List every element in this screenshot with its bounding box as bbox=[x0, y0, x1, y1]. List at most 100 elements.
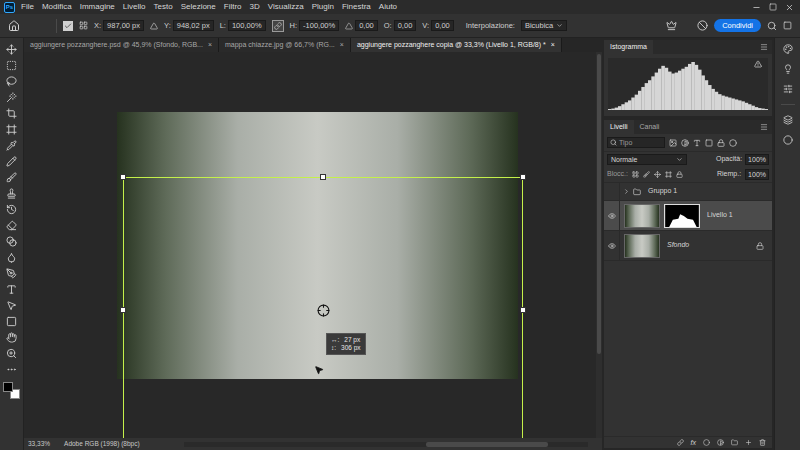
eyedropper-icon[interactable] bbox=[6, 140, 17, 151]
frame-icon[interactable] bbox=[6, 124, 17, 135]
menu-item[interactable]: Modifica bbox=[42, 3, 72, 11]
layer-row[interactable]: Gruppo 1 bbox=[604, 183, 772, 201]
maximize-icon[interactable] bbox=[769, 3, 777, 11]
lock-all-icon[interactable] bbox=[676, 171, 683, 178]
workspace-icon[interactable] bbox=[783, 21, 792, 30]
close-icon[interactable] bbox=[785, 3, 794, 12]
menu-item[interactable]: Plugin bbox=[312, 3, 334, 11]
filter-smart-icon[interactable] bbox=[717, 139, 725, 147]
filter-type-icon[interactable] bbox=[693, 139, 701, 147]
menu-item[interactable]: Immagine bbox=[80, 3, 115, 11]
hand-icon[interactable] bbox=[6, 332, 17, 343]
channels-panel-icon[interactable] bbox=[783, 135, 793, 145]
field-input[interactable]: 0,00 bbox=[394, 20, 417, 32]
menu-item[interactable]: Livello bbox=[123, 3, 146, 11]
panel-menu-icon[interactable] bbox=[760, 123, 768, 131]
zoom-level[interactable]: 33,33% bbox=[28, 439, 50, 449]
cancel-icon[interactable] bbox=[697, 20, 708, 31]
document-tab[interactable]: aggiungere pozzanghere copia @ 33,3% (Li… bbox=[351, 38, 562, 52]
blur-icon[interactable] bbox=[6, 252, 17, 263]
lock-transparency-icon[interactable] bbox=[632, 171, 639, 178]
panel-menu-icon[interactable] bbox=[760, 43, 768, 51]
crop-icon[interactable] bbox=[6, 108, 17, 119]
zoom-icon[interactable] bbox=[6, 348, 17, 359]
visibility-toggle[interactable] bbox=[604, 183, 620, 200]
tab-close[interactable]: × bbox=[551, 40, 555, 51]
interpolation-dropdown[interactable]: Bicubica bbox=[521, 20, 567, 32]
fill-field[interactable]: 100% bbox=[745, 169, 769, 180]
field-input[interactable]: 948,02 px bbox=[173, 20, 214, 32]
menu-item[interactable]: Filtro bbox=[224, 3, 242, 11]
transform-handle[interactable] bbox=[520, 307, 526, 313]
foreground-color-swatch[interactable] bbox=[3, 382, 13, 392]
menu-item[interactable]: File bbox=[21, 3, 34, 11]
layer-search[interactable]: Tipo bbox=[607, 137, 665, 148]
more-tools-icon[interactable] bbox=[6, 364, 17, 375]
scroll-thumb[interactable] bbox=[426, 442, 547, 447]
transform-handle[interactable] bbox=[120, 307, 126, 313]
menu-item[interactable]: Selezione bbox=[181, 3, 216, 11]
menu-item[interactable]: Testo bbox=[154, 3, 173, 11]
app-logo[interactable]: Ps bbox=[4, 2, 15, 13]
marquee-icon[interactable] bbox=[6, 60, 17, 71]
layer-mask-thumbnail[interactable] bbox=[664, 204, 700, 228]
learn-panel-icon[interactable] bbox=[783, 64, 793, 74]
link-layers-icon[interactable] bbox=[677, 439, 684, 446]
panel-tab[interactable]: Livelli bbox=[604, 120, 634, 134]
pen-icon[interactable] bbox=[6, 268, 17, 279]
reference-point-icon[interactable] bbox=[317, 304, 330, 317]
fx-button[interactable]: fx bbox=[691, 439, 696, 446]
filter-adjustment-icon[interactable] bbox=[681, 139, 689, 147]
new-group-icon[interactable] bbox=[731, 439, 738, 446]
home-icon[interactable] bbox=[8, 20, 20, 32]
filter-shape-icon[interactable] bbox=[705, 139, 713, 147]
share-button[interactable]: Condividi bbox=[714, 19, 761, 33]
search-icon[interactable] bbox=[767, 21, 777, 31]
layers-panel-icon[interactable] bbox=[783, 115, 793, 125]
new-layer-icon[interactable] bbox=[745, 439, 752, 446]
magic-wand-icon[interactable] bbox=[6, 92, 17, 103]
minimize-icon[interactable] bbox=[752, 3, 761, 12]
blend-mode-dropdown[interactable]: Normale bbox=[607, 154, 687, 165]
filter-toggle-icon[interactable] bbox=[729, 139, 737, 147]
filter-pixel-icon[interactable] bbox=[669, 139, 677, 147]
layer-row[interactable]: Sfondo bbox=[604, 231, 772, 261]
brush-icon[interactable] bbox=[6, 172, 17, 183]
panel-tab[interactable]: Canali bbox=[634, 120, 666, 134]
visibility-toggle[interactable] bbox=[604, 231, 620, 260]
transform-handle[interactable] bbox=[120, 174, 126, 180]
transform-handle[interactable] bbox=[320, 174, 326, 180]
field-input[interactable]: 100,00% bbox=[228, 20, 266, 32]
adjustment-layer-icon[interactable] bbox=[717, 439, 724, 446]
healing-brush-icon[interactable] bbox=[6, 156, 17, 167]
menu-item[interactable]: Visualizza bbox=[268, 3, 304, 11]
transform-handle[interactable] bbox=[520, 174, 526, 180]
menu-item[interactable]: Aiuto bbox=[379, 3, 397, 11]
layer-row[interactable]: Livello 1 bbox=[604, 201, 772, 231]
document-tab[interactable]: mappa chiazze.jpg @ 66,7% (RG...× bbox=[219, 38, 351, 52]
opacity-field[interactable]: 100% bbox=[745, 154, 769, 165]
color-profile[interactable]: Adobe RGB (1998) (8bpc) bbox=[64, 439, 140, 449]
document-tab[interactable]: aggiungere pozzanghere.psd @ 45,9% (Sfon… bbox=[24, 38, 219, 52]
transform-box[interactable] bbox=[123, 177, 523, 438]
tab-close[interactable]: × bbox=[340, 40, 344, 51]
menu-item[interactable]: 3D bbox=[250, 3, 260, 11]
lock-position-icon[interactable] bbox=[654, 171, 661, 178]
properties-panel-icon[interactable] bbox=[783, 84, 793, 94]
rectangle-icon[interactable] bbox=[6, 316, 17, 327]
eraser-icon[interactable] bbox=[6, 220, 17, 231]
add-mask-icon[interactable] bbox=[703, 439, 710, 446]
expand-icon[interactable] bbox=[623, 188, 630, 195]
lasso-icon[interactable] bbox=[6, 76, 17, 87]
menu-item[interactable]: Finestra bbox=[342, 3, 371, 11]
tab-close[interactable]: × bbox=[208, 40, 212, 51]
delta-icon[interactable] bbox=[150, 22, 158, 30]
field-input[interactable]: 987,00 px bbox=[103, 20, 144, 32]
constrain-button[interactable] bbox=[272, 20, 284, 32]
horizontal-scrollbar[interactable] bbox=[184, 442, 588, 447]
field-input[interactable]: -100,00% bbox=[299, 20, 339, 32]
reference-grid-icon[interactable] bbox=[79, 21, 88, 30]
move-icon[interactable] bbox=[6, 44, 17, 55]
scroll-thumb[interactable] bbox=[597, 54, 601, 354]
gradient-icon[interactable] bbox=[6, 236, 17, 247]
